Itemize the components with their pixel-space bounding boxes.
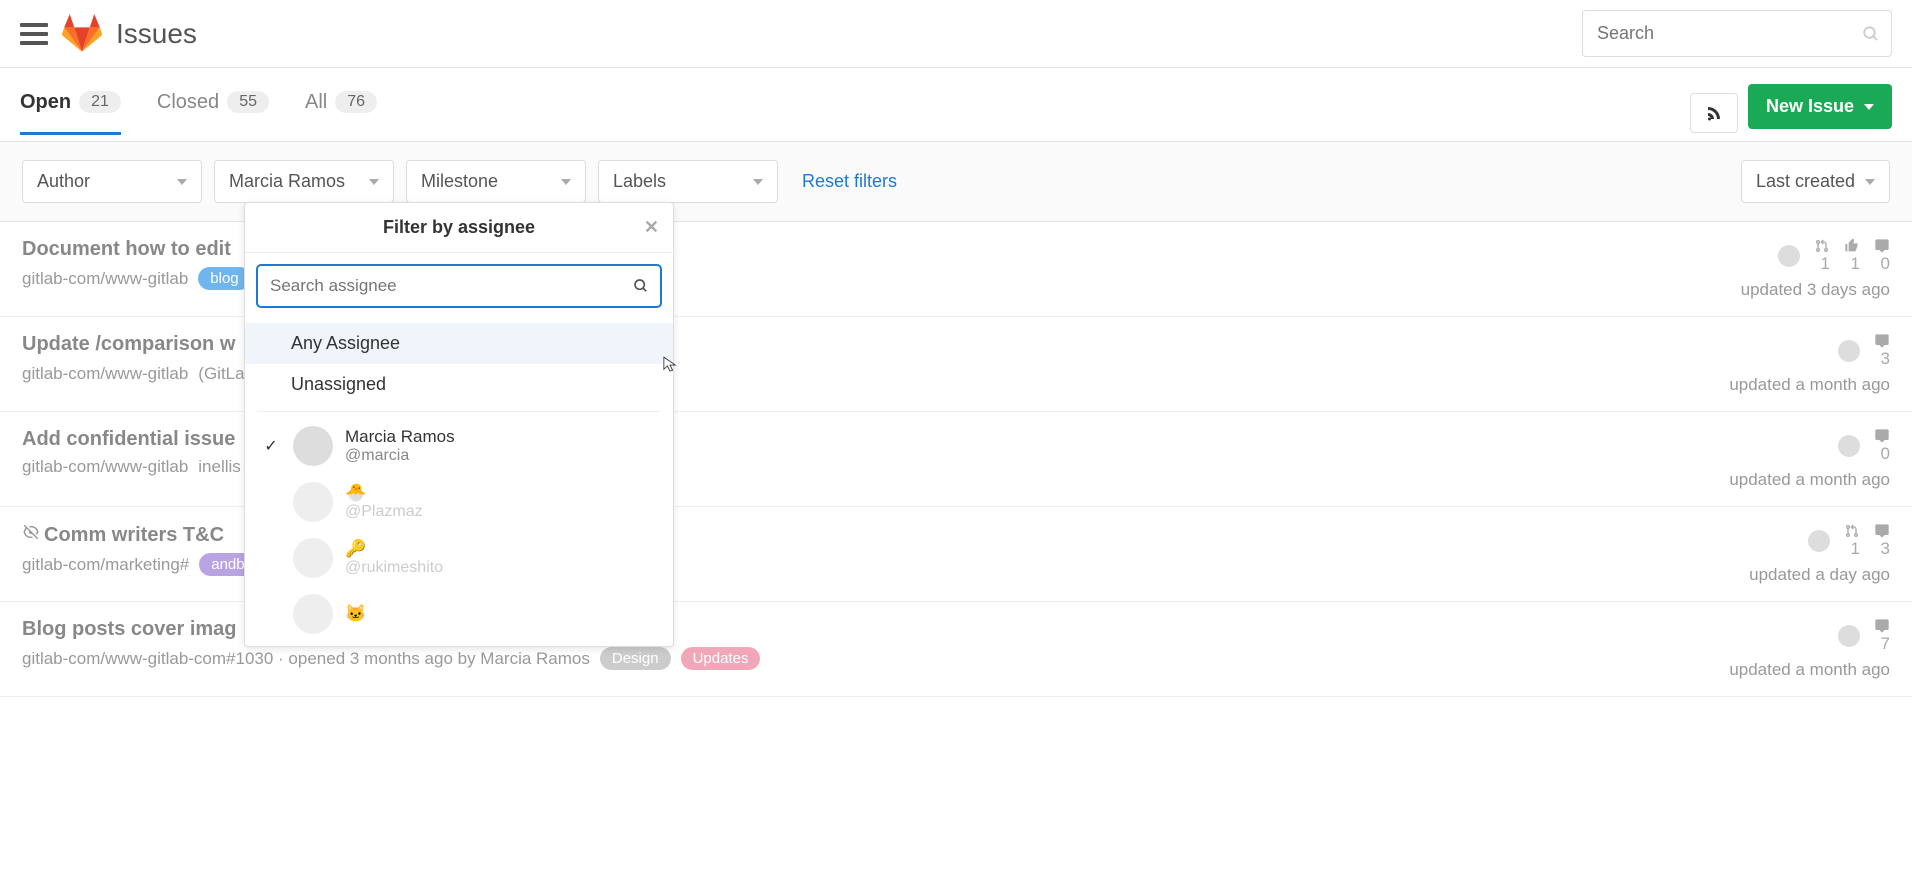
issue-stats: 7 <box>1690 618 1890 654</box>
issue-updated: updated a month ago <box>1690 470 1890 490</box>
rss-icon <box>1705 104 1723 122</box>
tab-all[interactable]: All 76 <box>305 91 377 135</box>
check-icon: ✓ <box>261 436 281 456</box>
filter-author[interactable]: Author <box>22 160 202 203</box>
assignee-avatar[interactable] <box>1838 435 1860 457</box>
assignee-avatar[interactable] <box>1808 530 1830 552</box>
page-title: Issues <box>116 18 197 50</box>
avatar <box>293 594 333 634</box>
tab-closed-count: 55 <box>227 91 269 113</box>
tab-open[interactable]: Open 21 <box>20 91 121 135</box>
search-icon <box>1862 25 1880 43</box>
chevron-down-icon <box>753 179 763 185</box>
chevron-down-icon <box>561 179 571 185</box>
label-pill[interactable]: Updates <box>681 647 761 670</box>
sort-dropdown[interactable]: Last created <box>1741 160 1890 203</box>
issue-updated: updated a month ago <box>1690 375 1890 395</box>
user-handle: @Plazmaz <box>345 503 423 521</box>
user-name: 🐱 <box>345 604 366 624</box>
user-name: 🔑 <box>345 539 443 559</box>
filter-assignee-label: Marcia Ramos <box>229 171 345 192</box>
top-header: Issues <box>0 0 1912 68</box>
mr-count: 1 <box>1814 238 1830 274</box>
sort-label: Last created <box>1756 171 1855 192</box>
cursor-icon <box>663 356 677 374</box>
comment-count: 3 <box>1874 333 1890 369</box>
issue-ref: gitlab-com/www-gitlab <box>22 269 188 289</box>
thumbs-count: 1 <box>1844 238 1860 274</box>
user-handle: @marcia <box>345 447 455 465</box>
filter-labels-label: Labels <box>613 171 666 192</box>
dropdown-title: Filter by assignee <box>383 217 535 237</box>
issue-ref: gitlab-com/www-gitlab <box>22 457 188 477</box>
dropdown-any-assignee[interactable]: Any Assignee <box>245 323 673 364</box>
filter-labels[interactable]: Labels <box>598 160 778 203</box>
assignee-avatar[interactable] <box>1778 245 1800 267</box>
avatar <box>293 426 333 466</box>
filter-bar: Author Marcia Ramos Milestone Labels Res… <box>0 142 1912 222</box>
new-issue-button[interactable]: New Issue <box>1748 84 1892 129</box>
label-pill[interactable]: blog <box>198 267 250 290</box>
search-input[interactable] <box>1582 10 1892 57</box>
issue-ref: gitlab-com/www-gitlab <box>22 364 188 384</box>
assignee-dropdown: Filter by assignee ✕ Any Assignee Unassi… <box>244 202 674 647</box>
divider <box>257 411 661 412</box>
filter-author-label: Author <box>37 171 90 192</box>
tab-closed-label: Closed <box>157 91 219 114</box>
issue-stats: 1 1 0 <box>1690 238 1890 274</box>
dropdown-user-item[interactable]: ✓ Marcia Ramos @marcia <box>245 418 673 474</box>
comment-count: 7 <box>1874 618 1890 654</box>
label-pill[interactable]: Design <box>600 647 671 670</box>
assignee-search-input[interactable] <box>257 265 661 307</box>
avatar <box>293 538 333 578</box>
chevron-down-icon <box>177 179 187 185</box>
user-handle: @rukimeshito <box>345 559 443 577</box>
issue-meta: gitlab-com/www-gitlab-com#1030 · opened … <box>22 647 1690 670</box>
issue-ref: gitlab-com/www-gitlab-com#1030 · opened … <box>22 649 590 669</box>
rss-button[interactable] <box>1690 93 1738 133</box>
user-name: 🐣 <box>345 483 423 503</box>
new-issue-label: New Issue <box>1766 96 1854 117</box>
filter-assignee[interactable]: Marcia Ramos <box>214 160 394 203</box>
reset-filters-link[interactable]: Reset filters <box>802 171 897 192</box>
avatar <box>293 482 333 522</box>
assignee-avatar[interactable] <box>1838 625 1860 647</box>
issue-stats: 1 3 <box>1690 523 1890 559</box>
chevron-down-icon <box>1864 104 1874 110</box>
dropdown-header: Filter by assignee ✕ <box>245 203 673 253</box>
comment-count: 0 <box>1874 428 1890 464</box>
hamburger-menu-icon[interactable] <box>20 23 48 45</box>
filter-milestone[interactable]: Milestone <box>406 160 586 203</box>
issue-stats: 0 <box>1690 428 1890 464</box>
tab-all-label: All <box>305 91 327 114</box>
close-icon[interactable]: ✕ <box>644 217 659 238</box>
tab-open-count: 21 <box>79 91 121 113</box>
issue-stats: 3 <box>1690 333 1890 369</box>
issue-updated: updated a day ago <box>1690 565 1890 585</box>
issue-ref: gitlab-com/marketing# <box>22 555 189 575</box>
filter-milestone-label: Milestone <box>421 171 498 192</box>
chevron-down-icon <box>369 179 379 185</box>
dropdown-user-item[interactable]: 🐣 @Plazmaz <box>245 474 673 530</box>
assignee-avatar[interactable] <box>1838 340 1860 362</box>
confidential-icon <box>22 523 40 541</box>
global-search <box>1582 10 1892 57</box>
issue-updated: updated a month ago <box>1690 660 1890 680</box>
issue-updated: updated 3 days ago <box>1690 280 1890 300</box>
tab-all-count: 76 <box>335 91 377 113</box>
search-icon <box>633 278 649 294</box>
gitlab-logo-icon[interactable] <box>62 14 102 54</box>
issue-tabs-row: Open 21 Closed 55 All 76 New Issue <box>0 68 1912 142</box>
comment-count: 3 <box>1874 523 1890 559</box>
comment-count: 0 <box>1874 238 1890 274</box>
tab-closed[interactable]: Closed 55 <box>157 91 269 135</box>
mr-count: 1 <box>1844 523 1860 559</box>
user-name: Marcia Ramos <box>345 427 455 447</box>
dropdown-user-item[interactable]: 🐱 <box>245 586 673 642</box>
dropdown-user-item[interactable]: 🔑 @rukimeshito <box>245 530 673 586</box>
chevron-down-icon <box>1865 179 1875 185</box>
tab-open-label: Open <box>20 91 71 114</box>
dropdown-unassigned[interactable]: Unassigned <box>245 364 673 405</box>
